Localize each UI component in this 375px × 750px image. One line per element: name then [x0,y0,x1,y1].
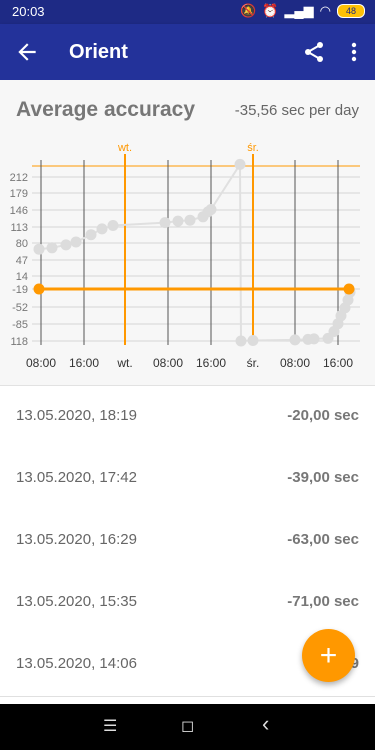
measurement-row[interactable]: 13.05.2020, 16:29 -63,00 sec [0,510,375,573]
x-tick-label: 16:00 [196,356,226,370]
x-tick-label: 16:00 [323,356,353,370]
wifi-icon: ◠ [319,3,331,18]
status-icons: 🔕 ⏰ ▂▄▆ ◠ 48 [240,3,365,19]
data-point [96,223,108,235]
data-point [205,204,217,215]
measurement-row[interactable]: 13.05.2020, 18:19 -20,00 sec [0,386,375,449]
x-tick-label: 08:00 [26,356,56,370]
data-point [60,239,72,251]
home-icon[interactable]: ◻ [181,716,194,736]
data-point [172,215,184,227]
y-tick-label: 146 [10,205,28,217]
app-bar: Orient [0,24,375,80]
system-navigation-bar: ☰ ◻ ‹ [0,704,375,750]
measurement-value: -39,00 sec [287,469,359,486]
measurement-date: 13.05.2020, 14:06 [16,655,137,672]
add-measurement-button[interactable]: + [302,629,355,682]
y-tick-label: 179 [10,188,28,200]
back-icon[interactable]: ‹ [262,711,269,737]
y-tick-label: 80 [16,238,28,250]
measurement-date: 13.05.2020, 17:42 [16,469,137,486]
y-tick-label: 113 [10,222,28,234]
data-point [70,236,82,248]
measurement-value: -71,00 sec [287,593,359,610]
status-bar: 20:03 🔕 ⏰ ▂▄▆ ◠ 48 [0,0,375,24]
battery-icon: 48 [337,4,365,18]
measurement-date: 13.05.2020, 15:35 [16,593,137,610]
x-tick-label: 08:00 [280,356,310,370]
share-icon[interactable] [302,40,326,64]
y-tick-label: 118 [10,336,28,348]
data-point [308,333,320,345]
accuracy-series-line [38,161,351,343]
y-tick-label: -19 [12,284,28,296]
y-tick-label: 14 [16,271,28,283]
measurement-row[interactable]: 13.05.2020, 17:42 -39,00 sec [0,448,375,511]
more-options-icon[interactable] [344,40,364,64]
y-tick-label: -85 [12,319,28,331]
signal-icon: ▂▄▆ [284,3,314,18]
x-tick-label: wt. [116,356,132,370]
menu-icon[interactable]: ☰ [103,716,117,736]
data-point [289,334,301,346]
status-time: 20:03 [12,4,45,19]
data-point [46,242,58,254]
y-tick-label: 212 [10,172,28,184]
average-line-end-point [343,283,355,295]
average-accuracy-value: -35,56 sec per day [234,102,359,119]
data-point [159,217,171,229]
y-tick-label: 47 [16,255,28,267]
day-marker-label: śr. [247,142,259,154]
data-point [107,220,119,231]
data-point [247,335,259,346]
data-point [235,335,247,347]
day-marker-label: wt. [117,142,132,154]
alarm-icon: ⏰ [262,3,279,18]
back-arrow-icon[interactable] [14,39,40,65]
average-line-start-point [33,283,45,295]
plus-icon: + [319,638,338,672]
measurement-row[interactable]: 13.05.2020, 15:35 -71,00 sec [0,572,375,635]
app-title: Orient [69,41,128,63]
data-point [85,229,97,241]
accuracy-chart: 212 179 146 113 80 47 14-19 -52 -85 118 08:00 16:00… [10,142,360,370]
x-tick-label: 08:00 [153,356,183,370]
mute-icon: 🔕 [240,3,257,18]
y-tick-label: -52 [12,302,28,314]
data-point [184,214,196,226]
data-point [234,158,246,170]
x-tick-label: śr. [247,356,260,370]
measurement-date: 13.05.2020, 18:19 [16,407,137,424]
measurement-value: -63,00 sec [287,531,359,548]
data-point [33,243,45,255]
measurement-date: 13.05.2020, 16:29 [16,531,137,548]
measurement-value: -20,00 sec [287,407,359,424]
x-tick-label: 16:00 [69,356,99,370]
average-accuracy-title: Average accuracy [16,98,196,121]
